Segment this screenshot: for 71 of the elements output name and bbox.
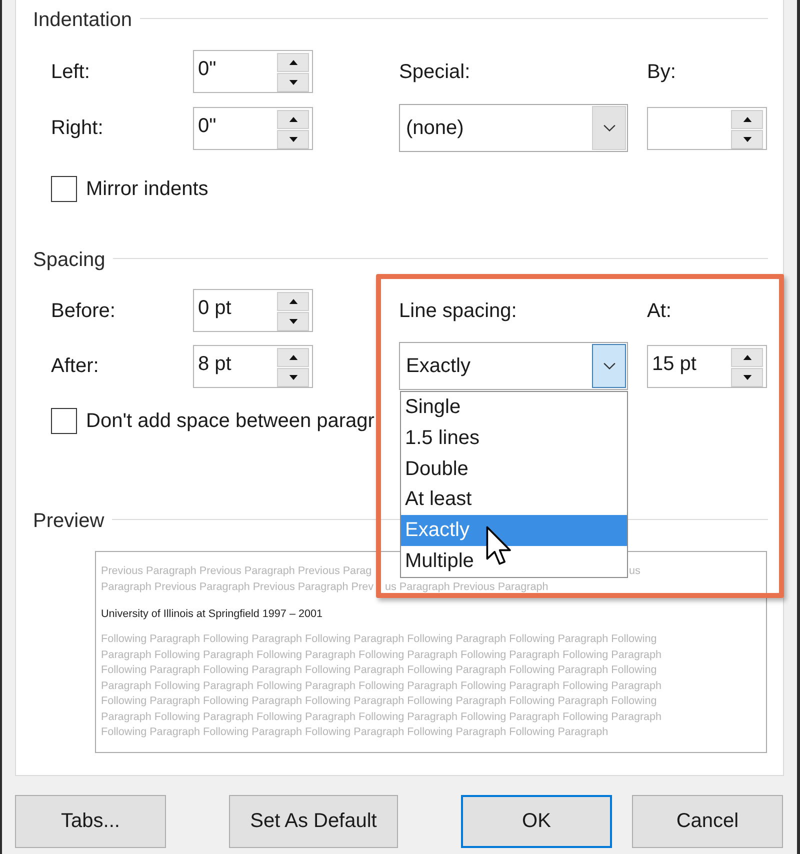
checkbox-label[interactable]: Mirror indents — [86, 177, 208, 201]
section-heading: Preview — [33, 509, 104, 533]
field-label: Special: — [399, 60, 470, 84]
dropdown-option[interactable]: Double — [401, 454, 627, 484]
by-field[interactable] — [647, 106, 767, 150]
up-triangle-icon — [742, 116, 752, 122]
after-spacing-field[interactable]: 8 pt — [193, 344, 313, 388]
preview-text: Following Paragraph Following Paragraph Following Paragraph Following Paragraph Following Paragraph Following — [101, 663, 657, 678]
down-triangle-icon — [288, 136, 298, 142]
preview-text: Paragraph Following Paragraph Following Paragraph Following Paragraph Following Paragraph Following Paragraph — [101, 678, 662, 694]
preview-text: Paragraph Following Paragraph Following Paragraph Following Paragraph Following Paragraph Following Paragraph — [101, 710, 662, 724]
field-label: Line spacing: — [399, 298, 517, 322]
chevron-down-icon — [602, 362, 616, 370]
line-spacing-dropdown[interactable]: Exactly — [399, 342, 628, 390]
right-indent-field[interactable]: 0" — [193, 106, 313, 150]
preview-text: Following Paragraph Following Paragraph Following Paragraph Following Paragraph Following Paragraph Following — [101, 632, 657, 647]
up-triangle-icon — [288, 354, 298, 360]
field-label: After: — [51, 354, 99, 378]
dropdown-option[interactable]: Single — [401, 392, 627, 423]
preview-text: Following Paragraph Following Paragraph Following Paragraph Following Paragraph Following Paragraph Following — [101, 694, 657, 709]
down-triangle-icon — [288, 80, 298, 85]
field-label: Left: — [51, 60, 90, 84]
up-triangle-icon — [288, 60, 298, 65]
before-spacing-field[interactable]: 0 pt — [193, 289, 313, 332]
dropdown-button[interactable] — [592, 344, 626, 388]
spin-up-button[interactable] — [277, 53, 309, 72]
spin-up-button[interactable] — [277, 348, 309, 366]
spin-up-button[interactable] — [277, 292, 309, 311]
at-field[interactable]: 15 pt — [647, 344, 767, 388]
field-label: Right: — [51, 116, 104, 140]
checkbox[interactable] — [51, 408, 77, 434]
preview-text: us — [629, 564, 640, 579]
up-triangle-icon — [288, 116, 298, 122]
preview-text: Paragraph Following Paragraph Following Paragraph Following Paragraph Following Paragraph Following Paragraph — [101, 648, 662, 662]
down-triangle-icon — [742, 374, 752, 380]
cancel-button[interactable]: Cancel — [632, 795, 783, 848]
up-triangle-icon — [742, 354, 752, 360]
dropdown-option[interactable]: At least — [401, 484, 627, 516]
down-triangle-icon — [742, 136, 752, 142]
field-label: At: — [647, 298, 672, 322]
checkbox-label[interactable]: Don't add space between paragr — [86, 409, 374, 433]
spin-down-button[interactable] — [731, 368, 763, 386]
ok-button[interactable]: OK — [461, 795, 612, 848]
preview-text: Paragraph Previous Paragraph Previous Paragraph Prev — [101, 580, 374, 594]
sample-text: University of Illinois at Springfield 1997 – 2001 — [101, 607, 322, 622]
spin-down-button[interactable] — [731, 130, 763, 148]
spin-up-button[interactable] — [731, 110, 763, 128]
field-label: Before: — [51, 298, 116, 322]
spin-up-button[interactable] — [731, 348, 763, 366]
spin-down-button[interactable] — [277, 130, 309, 148]
chevron-down-icon — [602, 124, 616, 132]
preview-text: us Paragraph Previous Paragraph — [385, 580, 548, 594]
preview-text: Following Paragraph Following Paragraph Following Paragraph Following Paragraph Following Paragraph — [101, 725, 608, 740]
special-dropdown[interactable]: (none) — [399, 104, 628, 152]
section-heading: Spacing — [33, 248, 106, 272]
dropdown-option[interactable]: Multiple — [401, 546, 627, 577]
spin-down-button[interactable] — [277, 73, 309, 92]
set-as-default-button[interactable]: Set As Default — [229, 795, 398, 848]
down-triangle-icon — [288, 374, 298, 380]
down-triangle-icon — [288, 319, 298, 324]
section-heading: Indentation — [33, 8, 132, 32]
checkbox[interactable] — [51, 176, 77, 202]
spin-up-button[interactable] — [277, 110, 309, 128]
preview-text: Previous Paragraph Previous Paragraph Previous Parag — [101, 564, 372, 579]
field-label: By: — [647, 60, 676, 84]
spin-down-button[interactable] — [277, 368, 309, 386]
dropdown-option[interactable]: 1.5 lines — [401, 422, 627, 454]
up-triangle-icon — [288, 299, 298, 304]
left-indent-field[interactable]: 0" — [193, 50, 313, 93]
spin-down-button[interactable] — [277, 312, 309, 331]
tabs-button[interactable]: Tabs... — [15, 795, 166, 848]
